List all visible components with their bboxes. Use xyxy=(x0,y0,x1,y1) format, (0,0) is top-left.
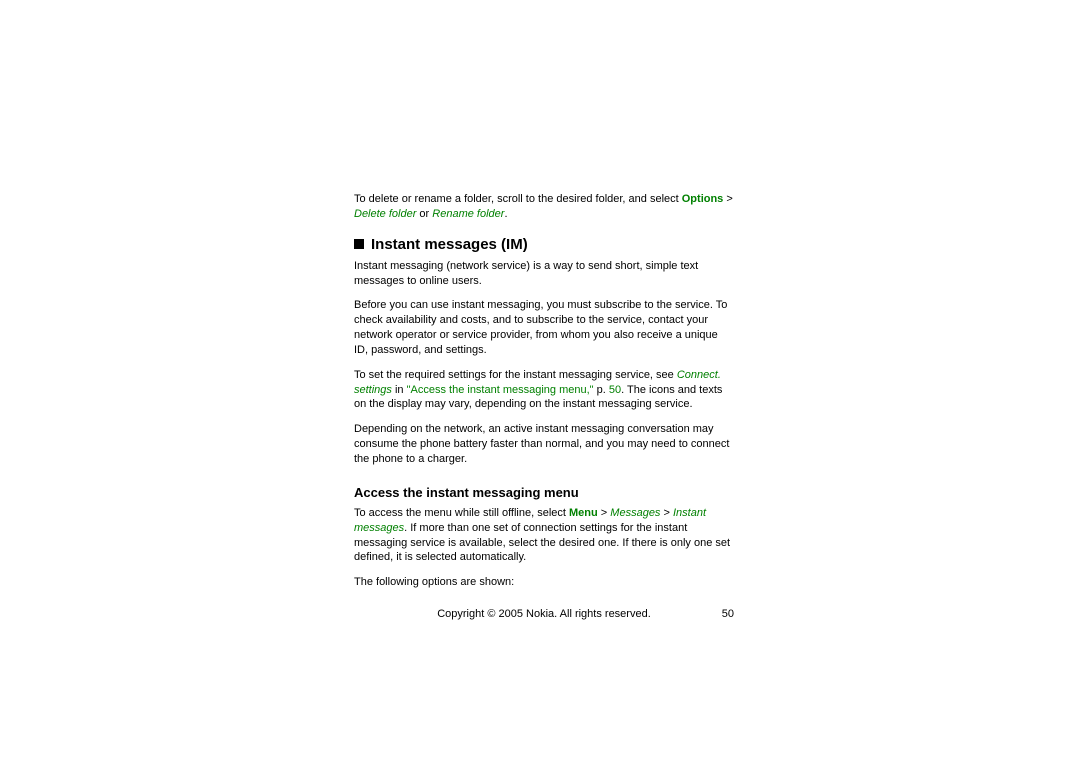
document-page: To delete or rename a folder, scroll to … xyxy=(354,192,734,600)
paragraph-battery: Depending on the network, an active inst… xyxy=(354,422,734,467)
text: p. xyxy=(597,384,609,396)
page-number: 50 xyxy=(722,608,734,620)
text: . If more than one set of connection set… xyxy=(354,522,730,564)
text: in xyxy=(392,384,407,396)
options-label: Options xyxy=(682,193,724,205)
paragraph-subscribe: Before you can use instant messaging, yo… xyxy=(354,298,734,357)
text: To delete or rename a folder, scroll to … xyxy=(354,193,682,205)
text: > xyxy=(598,507,611,519)
link-page-number[interactable]: 50 xyxy=(609,384,621,396)
delete-folder-label: Delete folder xyxy=(354,208,416,220)
text: To set the required settings for the ins… xyxy=(354,369,677,381)
text: > xyxy=(723,193,732,205)
paragraph-access: To access the menu while still offline, … xyxy=(354,506,734,565)
heading-text: Instant messages (IM) xyxy=(371,236,528,253)
text: or xyxy=(416,208,432,220)
page-footer: Copyright © 2005 Nokia. All rights reser… xyxy=(354,608,734,620)
subheading-access-menu: Access the instant messaging menu xyxy=(354,485,734,500)
paragraph-delete-rename: To delete or rename a folder, scroll to … xyxy=(354,192,734,222)
section-heading-im: Instant messages (IM) xyxy=(354,236,734,253)
square-bullet-icon xyxy=(354,239,364,249)
paragraph-settings: To set the required settings for the ins… xyxy=(354,368,734,413)
menu-label: Menu xyxy=(569,507,598,519)
link-access-menu[interactable]: "Access the instant messaging menu," xyxy=(407,384,597,396)
paragraph-options-shown: The following options are shown: xyxy=(354,575,734,590)
copyright-text: Copyright © 2005 Nokia. All rights reser… xyxy=(354,608,734,620)
text: To access the menu while still offline, … xyxy=(354,507,569,519)
text: . xyxy=(504,208,507,220)
text: > xyxy=(660,507,673,519)
messages-label: Messages xyxy=(610,507,660,519)
rename-folder-label: Rename folder xyxy=(432,208,504,220)
paragraph-im-intro: Instant messaging (network service) is a… xyxy=(354,259,734,289)
